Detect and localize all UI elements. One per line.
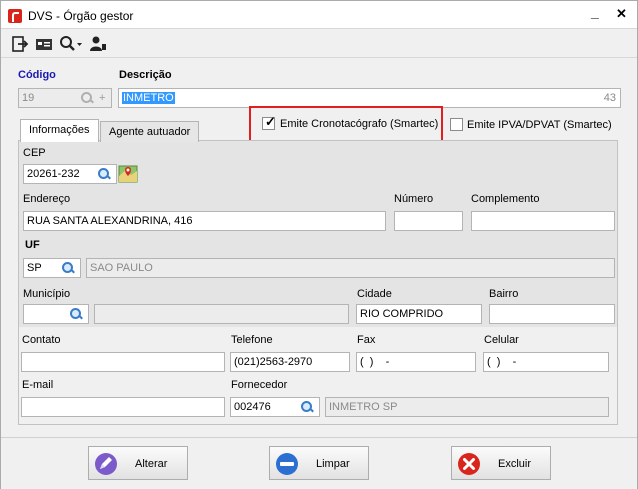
endereco-field[interactable]: RUA SANTA ALEXANDRINA, 416 bbox=[23, 211, 386, 231]
codigo-field[interactable]: 19 + bbox=[18, 88, 112, 108]
municipio-field[interactable] bbox=[23, 304, 89, 324]
window-title: DVS - Órgão gestor bbox=[28, 9, 134, 23]
codigo-value: 19 bbox=[22, 92, 35, 104]
cronotacografo-checkbox[interactable]: ✓ bbox=[262, 114, 276, 130]
title-bar: DVS - Órgão gestor _ ✕ bbox=[1, 1, 637, 29]
tab-informacoes[interactable]: Informações bbox=[20, 119, 99, 142]
search-icon bbox=[301, 401, 313, 413]
alterar-label: Alterar bbox=[135, 458, 168, 470]
close-button[interactable]: ✕ bbox=[616, 6, 627, 22]
fornecedor-value: 002476 bbox=[234, 401, 271, 413]
edit-icon bbox=[95, 453, 117, 475]
endereco-label: Endereço bbox=[23, 193, 71, 205]
telefone-field[interactable]: (021)2563-2970 bbox=[230, 352, 350, 372]
complemento-field[interactable] bbox=[471, 211, 615, 231]
ipva-label: Emite IPVA/DPVAT (Smartec) bbox=[467, 119, 612, 131]
codigo-label: Código bbox=[18, 69, 56, 81]
toolbar bbox=[1, 30, 637, 58]
descricao-label: Descrição bbox=[119, 69, 172, 81]
cep-label: CEP bbox=[23, 147, 46, 159]
uf-name-field: SAO PAULO bbox=[86, 258, 615, 278]
descricao-field[interactable]: INMETRO 43 bbox=[118, 88, 621, 108]
cep-value: 20261-232 bbox=[27, 168, 80, 180]
cidade-label: Cidade bbox=[357, 288, 392, 300]
tab-agente-autuador[interactable]: Agente autuador bbox=[100, 121, 200, 142]
button-bar: Alterar Limpar Excluir bbox=[1, 437, 637, 489]
limpar-button[interactable]: Limpar bbox=[269, 446, 369, 480]
exit-icon[interactable] bbox=[11, 35, 29, 53]
descricao-counter: 43 bbox=[603, 92, 616, 104]
municipio-label: Município bbox=[23, 288, 71, 300]
search-icon bbox=[62, 262, 74, 274]
app-logo-icon bbox=[8, 9, 22, 23]
window: DVS - Órgão gestor _ ✕ Código 19 + Descr… bbox=[0, 0, 638, 489]
ipva-checkbox[interactable] bbox=[450, 118, 463, 131]
limpar-label: Limpar bbox=[316, 458, 350, 470]
map-icon[interactable] bbox=[118, 164, 138, 184]
uf-label: UF bbox=[25, 239, 40, 251]
fax-value: ( ) - bbox=[360, 356, 390, 368]
numero-field[interactable] bbox=[394, 211, 463, 231]
tab-agente-autuador-label: Agente autuador bbox=[109, 126, 191, 138]
user-icon[interactable] bbox=[89, 35, 107, 53]
delete-icon bbox=[458, 453, 480, 475]
fornecedor-field[interactable]: 002476 bbox=[230, 397, 320, 417]
alterar-button[interactable]: Alterar bbox=[88, 446, 188, 480]
uf-name: SAO PAULO bbox=[90, 262, 153, 274]
fornecedor-label: Fornecedor bbox=[231, 379, 288, 391]
cidade-field[interactable]: RIO COMPRIDO bbox=[356, 304, 482, 324]
descricao-value: INMETRO bbox=[122, 92, 175, 104]
contato-label: Contato bbox=[22, 334, 61, 346]
excluir-label: Excluir bbox=[498, 458, 532, 470]
email-field[interactable] bbox=[21, 397, 225, 417]
celular-label: Celular bbox=[484, 334, 519, 346]
check-icon: ✓ bbox=[265, 114, 276, 129]
cronotacografo-label: Emite Cronotacógrafo (Smartec) bbox=[280, 118, 439, 130]
uf-field[interactable]: SP bbox=[23, 258, 81, 278]
bairro-label: Bairro bbox=[489, 288, 519, 300]
card-icon[interactable] bbox=[35, 35, 53, 53]
fax-field[interactable]: ( ) - bbox=[356, 352, 476, 372]
telefone-label: Telefone bbox=[231, 334, 273, 346]
cidade-value: RIO COMPRIDO bbox=[360, 308, 444, 320]
fax-label: Fax bbox=[357, 334, 376, 346]
minimize-button[interactable]: _ bbox=[591, 4, 599, 20]
excluir-button[interactable]: Excluir bbox=[451, 446, 551, 480]
clear-icon bbox=[276, 453, 298, 475]
cep-field[interactable]: 20261-232 bbox=[23, 164, 117, 184]
numero-label: Número bbox=[394, 193, 434, 205]
uf-value: SP bbox=[27, 262, 42, 274]
search-icon bbox=[81, 92, 93, 104]
bairro-field[interactable] bbox=[489, 304, 615, 324]
contato-field[interactable] bbox=[21, 352, 225, 372]
add-icon: + bbox=[99, 92, 106, 104]
telefone-value: (021)2563-2970 bbox=[234, 356, 313, 368]
celular-field[interactable]: ( ) - bbox=[483, 352, 609, 372]
celular-value: ( ) - bbox=[487, 356, 517, 368]
search-icon bbox=[70, 308, 82, 320]
municipio-name-field bbox=[94, 304, 349, 324]
search-icon bbox=[98, 168, 110, 180]
complemento-label: Complemento bbox=[471, 193, 540, 205]
fornecedor-name-field: INMETRO SP bbox=[325, 397, 609, 417]
fornecedor-name: INMETRO SP bbox=[329, 401, 398, 413]
endereco-value: RUA SANTA ALEXANDRINA, 416 bbox=[27, 215, 193, 227]
email-label: E-mail bbox=[22, 379, 54, 391]
search-dropdown-icon[interactable] bbox=[59, 35, 83, 53]
tab-informacoes-label: Informações bbox=[29, 124, 90, 136]
